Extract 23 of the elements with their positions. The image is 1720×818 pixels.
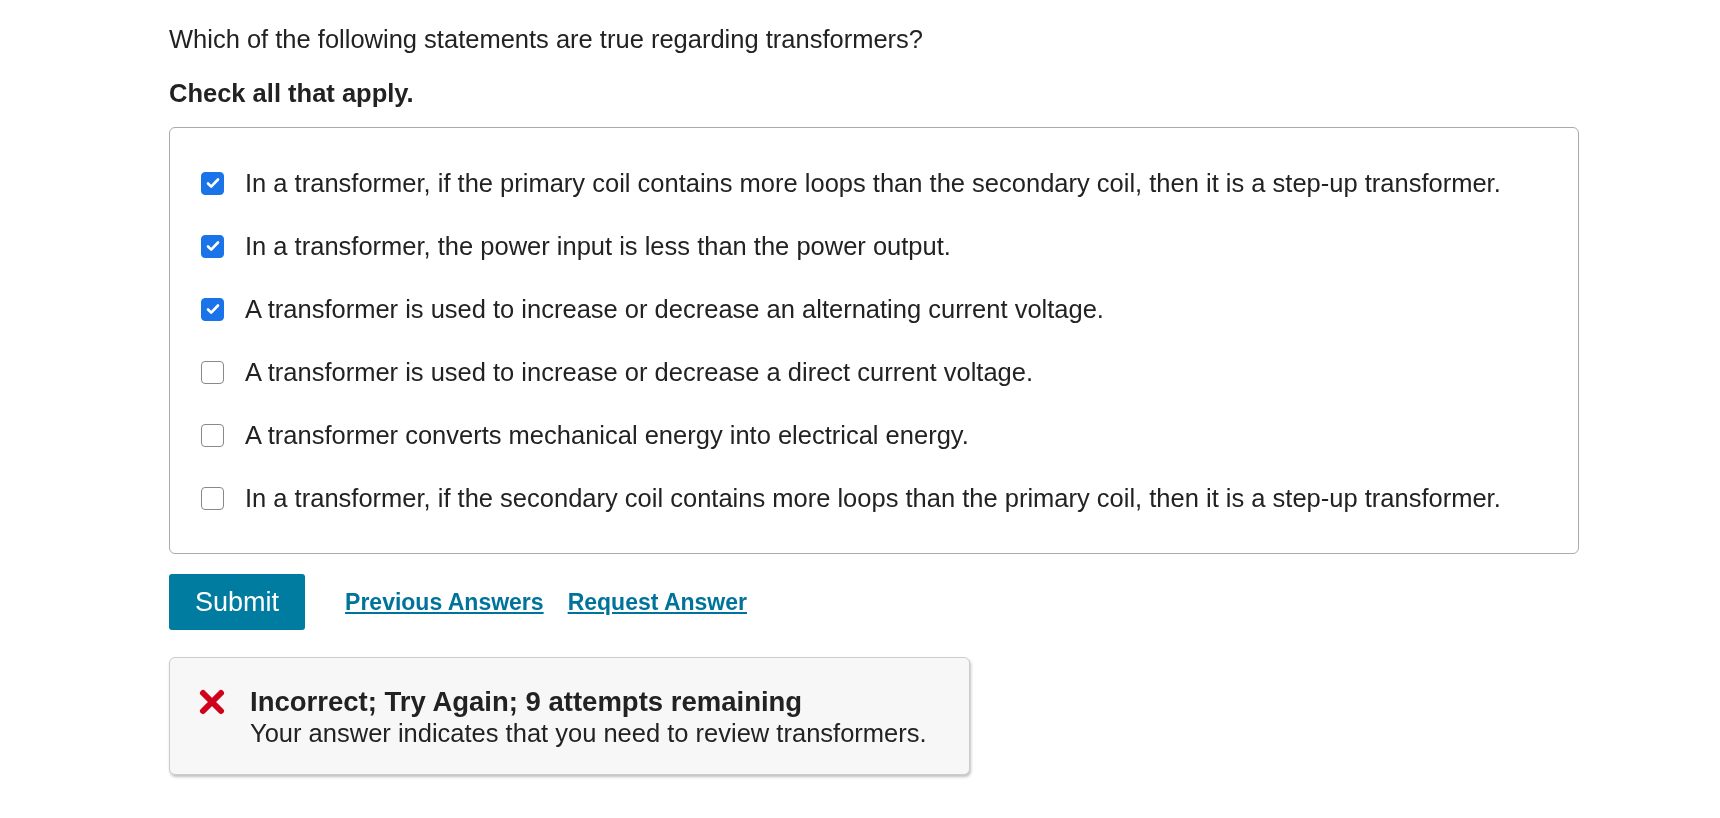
checkbox[interactable]	[201, 171, 224, 195]
option-label[interactable]: In a transformer, if the secondary coil contains more loops than the primary coil, then it is a step-up transformer.	[245, 478, 1501, 518]
feedback-title: Incorrect; Try Again; 9 attempts remaining	[250, 686, 804, 718]
answer-link[interactable]: Previous Answers	[345, 584, 544, 619]
option-label[interactable]: A transformer converts mechanical energy into electrical energy.	[245, 415, 969, 455]
cross-icon	[198, 688, 226, 716]
checkbox[interactable]	[201, 297, 224, 321]
checkbox[interactable]	[201, 423, 224, 447]
check-icon	[204, 238, 221, 254]
checkbox[interactable]	[201, 234, 224, 258]
option-label[interactable]: A transformer is used to increase or decrease a direct current voltage.	[245, 352, 1034, 392]
question-text: Which of the following statements are true regarding transformers?	[169, 24, 925, 55]
checkbox[interactable]	[201, 486, 224, 510]
check-icon	[204, 175, 221, 191]
option-label[interactable]: In a transformer, the power input is less than the power output.	[245, 226, 951, 266]
check-icon	[204, 301, 221, 317]
checkbox[interactable]	[201, 360, 224, 384]
answer-link[interactable]: Request Answer	[567, 584, 747, 619]
submit-button[interactable]: Submit	[169, 573, 306, 630]
feedback-message: Your answer indicates that you need to review transformers.	[250, 717, 927, 749]
instruction-text: Check all that apply.	[169, 78, 415, 110]
option-label[interactable]: A transformer is used to increase or decrease an alternating current voltage.	[245, 289, 1104, 329]
option-label[interactable]: In a transformer, if the primary coil contains more loops than the secondary coil, then it is a step-up transformer.	[245, 163, 1501, 203]
